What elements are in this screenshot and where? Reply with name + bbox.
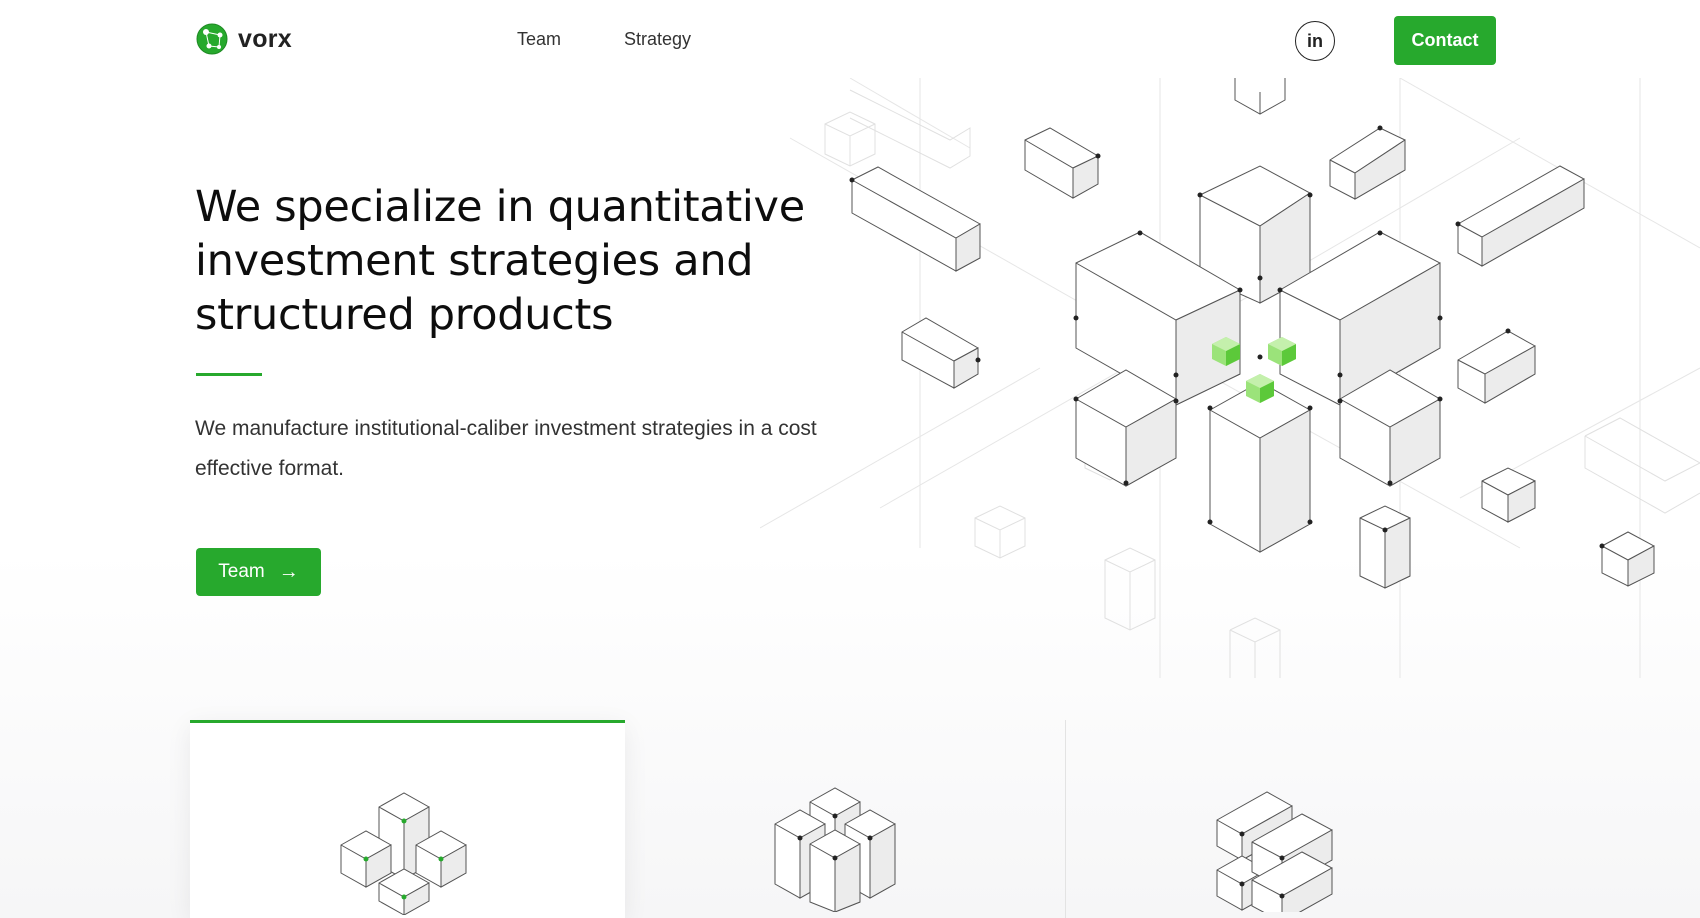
team-cta-label: Team — [218, 561, 265, 582]
cube-stack-icon — [1216, 791, 1333, 912]
arrow-right-icon: → — [278, 560, 299, 583]
nav-strategy-link[interactable]: Strategy — [624, 29, 691, 50]
globe-logo-icon — [196, 23, 228, 55]
nav-team-link[interactable]: Team — [517, 29, 561, 50]
feature-card-3[interactable] — [1065, 720, 1500, 918]
linkedin-icon[interactable]: in — [1295, 21, 1335, 61]
cube-blocks-icon — [774, 787, 896, 912]
hero-title: We specialize in quantitative investment… — [195, 182, 805, 340]
linkedin-label: in — [1307, 30, 1323, 51]
hero-accent-line — [196, 373, 262, 376]
logo-text: vorx — [238, 24, 293, 53]
feature-card-2[interactable] — [625, 720, 1060, 918]
isometric-cubes-illustration — [760, 78, 1700, 678]
team-cta-button[interactable]: Team → — [196, 548, 321, 596]
contact-button[interactable]: Contact — [1394, 16, 1496, 65]
feature-card-1[interactable] — [190, 720, 625, 918]
site-header: vorx Team Strategy in Contact — [0, 0, 1700, 80]
cube-cluster-icon — [340, 792, 467, 915]
hero-description: We manufacture institutional-caliber inv… — [195, 417, 817, 480]
logo[interactable]: vorx — [195, 22, 292, 56]
